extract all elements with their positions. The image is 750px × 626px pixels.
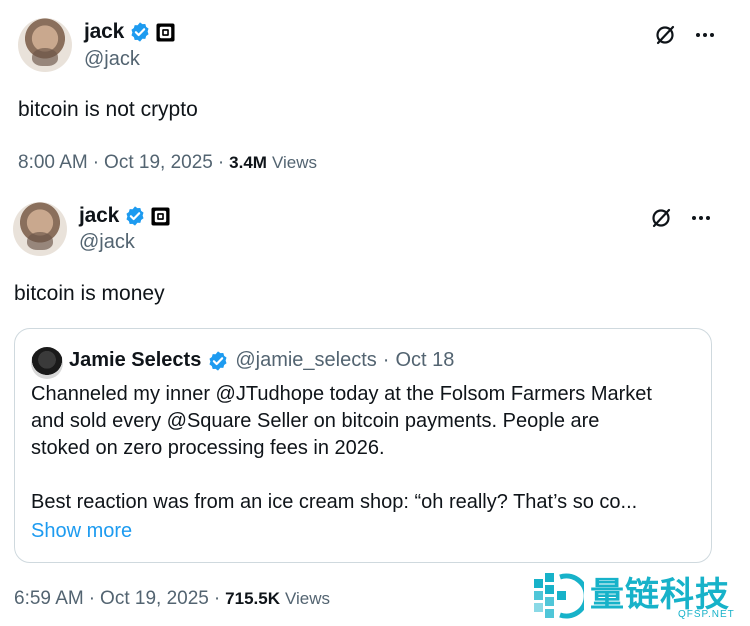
tweet-text: bitcoin is money — [14, 282, 165, 305]
meta-separator: · — [382, 349, 390, 371]
quoted-author-name[interactable]: Jamie Selects — [69, 349, 201, 372]
author-row: jack — [79, 204, 170, 228]
watermark-logo-icon — [534, 573, 584, 619]
avatar[interactable] — [13, 202, 67, 256]
watermark: 量链科技 QFSP.NET — [528, 565, 750, 626]
author-name[interactable]: jack — [79, 204, 119, 228]
tweet-date[interactable]: Oct 19, 2025 — [100, 588, 209, 610]
quoted-tweet[interactable]: Jamie Selects @jamie_selects · Oct 18 Ch… — [14, 328, 712, 563]
tweet-meta: 6:59 AM · Oct 19, 2025 · 715.5K Views — [14, 588, 330, 610]
show-more-link[interactable]: Show more — [31, 520, 132, 543]
quoted-text-line: Channeled my inner @JTudhope today at th… — [31, 383, 652, 405]
views-count[interactable]: 715.5K — [225, 589, 280, 609]
watermark-subtext: QFSP.NET — [678, 609, 735, 620]
quoted-text: Channeled my inner @JTudhope today at th… — [31, 381, 701, 516]
quoted-author-row: Jamie Selects @jamie_selects · Oct 18 — [69, 349, 454, 372]
meta-separator: · — [88, 588, 96, 609]
grok-icon[interactable] — [648, 205, 674, 231]
tweet-time[interactable]: 6:59 AM — [14, 588, 84, 610]
more-icon[interactable] — [688, 205, 714, 231]
quoted-author-handle[interactable]: @jamie_selects — [235, 349, 376, 372]
quoted-text-line: Best reaction was from an ice cream shop… — [31, 491, 638, 513]
quoted-text-line: and sold every @Square Seller on bitcoin… — [31, 410, 600, 432]
quoted-text-line: stoked on zero processing fees in 2026. — [31, 437, 385, 459]
tweet-2[interactable]: jack @jack bitcoin is money Jamie Select… — [0, 0, 750, 626]
quoted-date[interactable]: Oct 18 — [395, 349, 454, 372]
views-label: Views — [285, 589, 331, 608]
verified-badge-icon[interactable] — [124, 205, 146, 227]
avatar[interactable] — [31, 347, 63, 379]
verified-badge-icon[interactable] — [207, 350, 229, 372]
square-affiliate-icon[interactable] — [151, 206, 170, 226]
author-handle[interactable]: @jack — [79, 231, 135, 254]
meta-separator: · — [213, 588, 221, 609]
